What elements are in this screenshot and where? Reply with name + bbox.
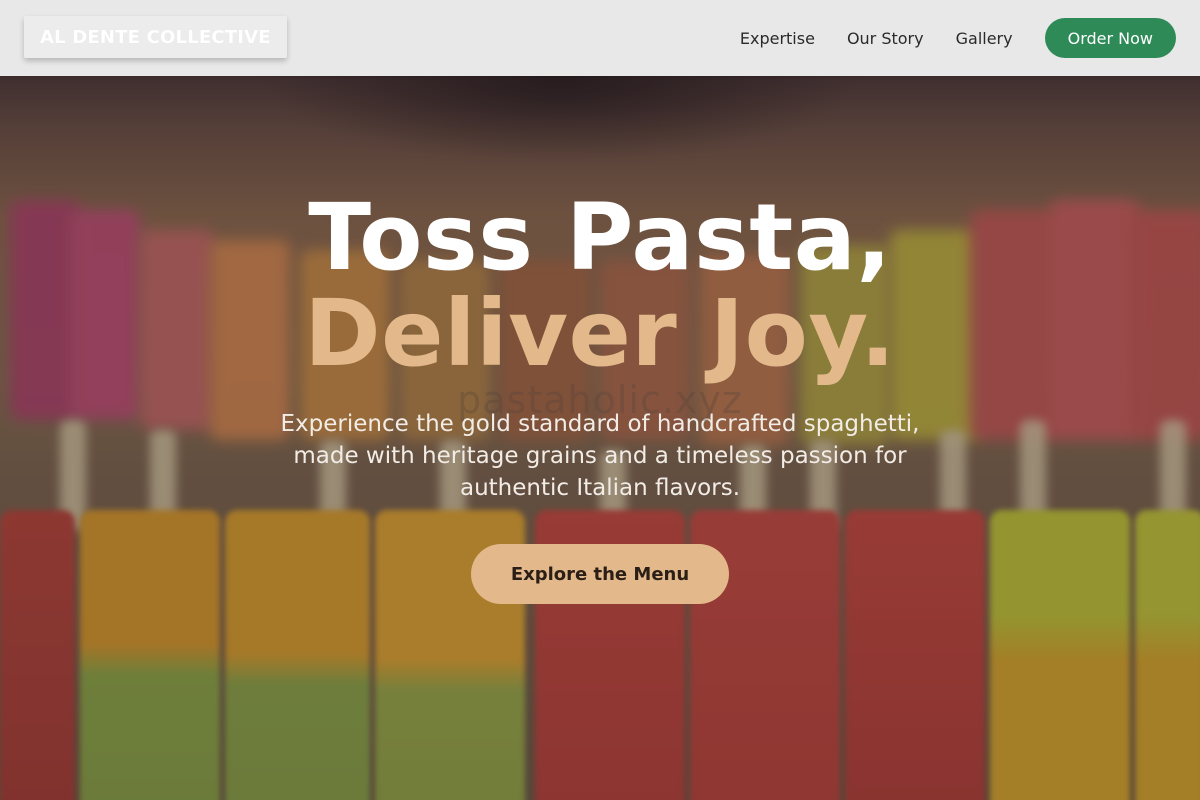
nav-link-our-story[interactable]: Our Story	[847, 29, 924, 48]
hero-headline: Toss Pasta, Deliver Joy.	[0, 190, 1200, 382]
brand-logo[interactable]: AL DENTE COLLECTIVE	[24, 16, 287, 58]
hero-content: pastaholic.xyz Toss Pasta, Deliver Joy. …	[0, 190, 1200, 604]
site-header: AL DENTE COLLECTIVE Expertise Our Story …	[0, 0, 1200, 76]
headline-line-2: Deliver Joy.	[304, 280, 896, 387]
explore-menu-button[interactable]: Explore the Menu	[470, 544, 730, 604]
watermark-text: pastaholic.xyz	[457, 378, 743, 422]
nav-link-gallery[interactable]: Gallery	[956, 29, 1013, 48]
headline-line-1: Toss Pasta,	[308, 184, 892, 291]
main-nav: Expertise Our Story Gallery Order Now	[740, 18, 1176, 58]
nav-link-expertise[interactable]: Expertise	[740, 29, 815, 48]
hero-subtitle: Experience the gold standard of handcraf…	[280, 411, 920, 501]
order-now-button[interactable]: Order Now	[1044, 18, 1176, 58]
